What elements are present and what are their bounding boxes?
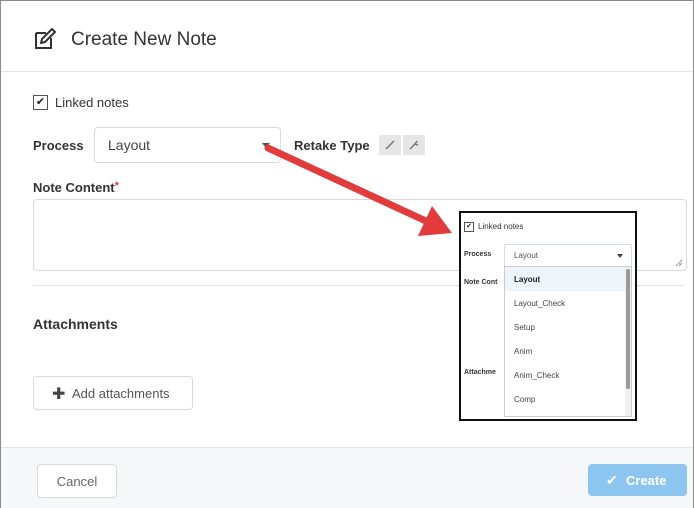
cancel-button[interactable]: Cancel xyxy=(37,464,117,498)
dropdown-option[interactable]: Setup xyxy=(505,315,625,339)
dropdown-option[interactable]: Comp xyxy=(505,387,625,411)
option-label: Layout_Check xyxy=(514,299,566,308)
wrench-button[interactable] xyxy=(403,135,425,155)
linked-notes-label: Linked notes xyxy=(55,95,129,110)
brush-button[interactable] xyxy=(379,135,401,155)
note-content-label: Note Content* xyxy=(33,180,119,195)
option-label: Anim xyxy=(514,347,533,356)
note-content-label-text: Note Content xyxy=(33,180,115,195)
option-label: Layout xyxy=(514,275,541,284)
dropdown-option[interactable]: Anim xyxy=(505,339,625,363)
inset-process-value: Layout xyxy=(514,251,539,260)
option-label: Anim_Check xyxy=(514,371,560,380)
dropdown-option[interactable]: Layout xyxy=(505,267,625,291)
inset-process-label: Process xyxy=(464,251,492,258)
caret-down-icon xyxy=(617,254,623,258)
dialog-footer: Cancel ✔ Create xyxy=(1,447,693,508)
zoom-inset: ✔ Linked notes Process Layout Note Cont … xyxy=(459,211,637,421)
add-attachments-button[interactable]: ✚ Add attachments xyxy=(33,376,193,410)
edit-note-icon xyxy=(35,28,56,49)
checkmark-icon: ✔ xyxy=(606,472,618,488)
create-label: Create xyxy=(626,473,667,488)
option-label: Comp xyxy=(514,395,536,404)
dialog-title: Create New Note xyxy=(71,29,217,50)
brush-icon xyxy=(385,140,395,150)
process-select[interactable]: Layout xyxy=(94,127,281,163)
process-label: Process xyxy=(33,138,84,153)
inset-attachments-label: Attachme xyxy=(464,369,496,376)
wrench-icon xyxy=(409,140,419,150)
plus-icon: ✚ xyxy=(52,386,66,403)
dropdown-option[interactable]: Layout_Check xyxy=(505,291,625,315)
resize-handle-icon[interactable] xyxy=(675,259,683,267)
dropdown-scrollbar[interactable] xyxy=(625,267,631,416)
checkmark-icon: ✔ xyxy=(466,223,472,230)
attachments-label: Attachments xyxy=(33,316,118,332)
inset-linked-notes-label: Linked notes xyxy=(478,222,524,231)
linked-notes-checkbox[interactable]: ✔ xyxy=(33,95,48,110)
checkmark-icon: ✔ xyxy=(35,96,46,108)
create-button[interactable]: ✔ Create xyxy=(588,464,687,496)
inset-note-content-label: Note Cont xyxy=(464,279,498,286)
cancel-label: Cancel xyxy=(56,474,98,489)
required-mark: * xyxy=(114,180,119,192)
retake-type-label: Retake Type xyxy=(294,138,370,153)
option-label: Setup xyxy=(514,323,535,332)
process-dropdown-list: Layout Layout_Check Setup Anim Anim_Chec… xyxy=(504,266,632,417)
scrollbar-thumb[interactable] xyxy=(626,269,630,389)
inset-linked-notes-checkbox[interactable]: ✔ xyxy=(464,222,474,232)
inset-process-select[interactable]: Layout xyxy=(504,244,632,268)
dropdown-option[interactable]: Anim_Check xyxy=(505,363,625,387)
process-value: Layout xyxy=(108,137,151,153)
caret-down-icon xyxy=(262,143,270,148)
add-attachments-label: Add attachments xyxy=(72,386,170,401)
dialog-header: Create New Note xyxy=(1,1,693,72)
